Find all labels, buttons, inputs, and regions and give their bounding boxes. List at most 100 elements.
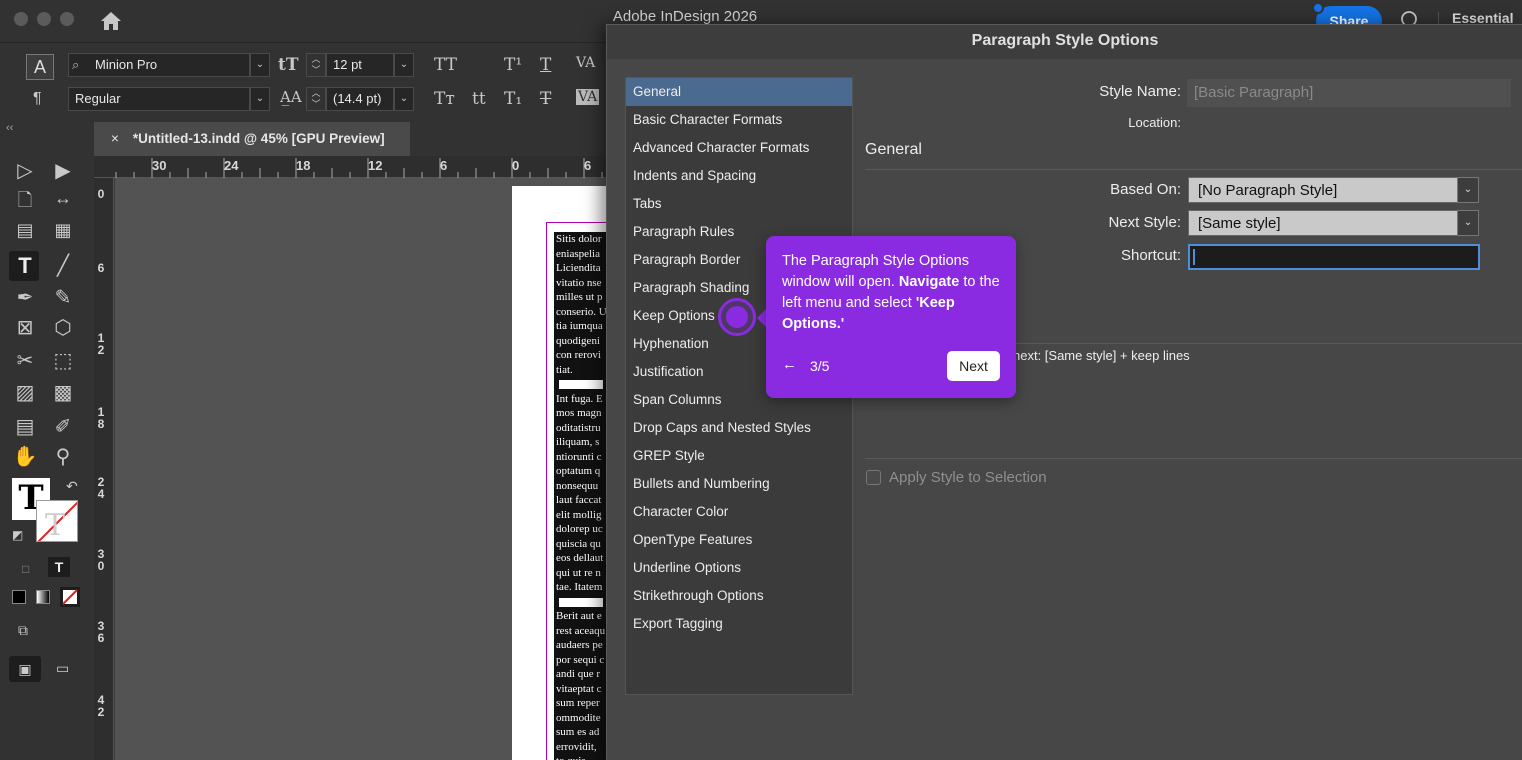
category-export-tagging[interactable]: Export Tagging xyxy=(626,610,852,638)
category-basic-character-formats[interactable]: Basic Character Formats xyxy=(626,106,852,134)
shortcut-field[interactable] xyxy=(1188,244,1480,270)
font-family-field[interactable]: Minion Pro xyxy=(68,53,250,77)
swap-fill-stroke-icon[interactable]: ↶ xyxy=(66,478,78,495)
category-character-color[interactable]: Character Color xyxy=(626,498,852,526)
paragraph-mode-button[interactable]: ¶ xyxy=(33,90,42,108)
vertical-ruler: 0 6 12 18 24 30 36 42 xyxy=(94,178,114,760)
formatting-container-icon[interactable]: □ xyxy=(22,562,29,576)
free-transform-tool-icon[interactable]: ⬚ xyxy=(50,348,76,373)
based-on-select[interactable]: [No Paragraph Style] xyxy=(1188,177,1458,203)
direct-selection-tool-icon[interactable]: ▶ xyxy=(50,158,76,183)
rectangle-frame-tool-icon[interactable]: ⊠ xyxy=(12,315,38,340)
selected-text[interactable]: Sitis dolor eniaspelia Liciendita vitatio n… xyxy=(554,232,614,760)
category-grep-style[interactable]: GREP Style xyxy=(626,442,852,470)
ruler-label: 36 xyxy=(97,619,105,645)
content-collector-icon[interactable]: ▤ xyxy=(12,220,38,241)
tracking-icon: VA xyxy=(576,55,596,71)
note-tool-icon[interactable]: ▤ xyxy=(12,414,38,439)
ruler-label: 30 xyxy=(152,158,167,173)
font-style-field[interactable]: Regular xyxy=(68,87,250,111)
document-tab-title: *Untitled-13.indd @ 45% [GPU Preview] xyxy=(132,131,385,146)
section-title: General xyxy=(865,141,922,158)
tooltip-back-button[interactable]: ← xyxy=(782,356,797,373)
dialog-title: Paragraph Style Options xyxy=(607,25,1522,59)
next-style-select[interactable]: [Same style] xyxy=(1188,210,1458,236)
category-opentype-features[interactable]: OpenType Features xyxy=(626,526,852,554)
selection-tool-icon[interactable]: ▷ xyxy=(12,158,38,183)
superscript-button[interactable]: T¹ xyxy=(504,55,522,75)
collapse-panel-icon[interactable]: ‹‹ xyxy=(6,122,13,134)
scissors-tool-icon[interactable]: ✂ xyxy=(12,348,38,373)
type-tool-icon[interactable]: T xyxy=(12,253,38,279)
character-mode-button[interactable]: A xyxy=(26,54,54,80)
chevron-down-icon[interactable]: ⌄ xyxy=(394,53,414,77)
style-name-field[interactable]: [Basic Paragraph] xyxy=(1187,79,1511,107)
ruler-label: 18 xyxy=(97,405,105,431)
font-size-icon: tT xyxy=(278,55,299,75)
location-label: Location: xyxy=(1128,115,1181,130)
apply-none-icon[interactable] xyxy=(60,587,80,607)
svg-text:T: T xyxy=(45,508,65,542)
leading-stepper[interactable]: ︿ ﹀ xyxy=(306,87,326,111)
hotspot-marker[interactable] xyxy=(726,306,748,328)
ruler-label: 0 xyxy=(97,187,105,201)
apply-style-checkbox[interactable] xyxy=(866,470,881,485)
normal-view-icon[interactable]: ▣ xyxy=(9,656,41,682)
text-caret xyxy=(1193,249,1195,265)
close-tab-icon[interactable]: × xyxy=(111,131,119,146)
chevron-down-icon[interactable]: ⌄ xyxy=(1457,177,1479,203)
gradient-feather-tool-icon[interactable]: ▩ xyxy=(50,380,76,405)
line-tool-icon[interactable]: ╱ xyxy=(50,253,76,278)
page-tool-icon[interactable]: 🗋 xyxy=(12,188,38,218)
stroke-swatch[interactable]: T xyxy=(36,500,78,542)
category-general[interactable]: General xyxy=(626,78,852,106)
category-advanced-character-formats[interactable]: Advanced Character Formats xyxy=(626,134,852,162)
category-indents-and-spacing[interactable]: Indents and Spacing xyxy=(626,162,852,190)
font-size-stepper[interactable]: ︿ ﹀ xyxy=(306,53,326,77)
hand-tool-icon[interactable]: ✋ xyxy=(12,444,38,469)
underline-button[interactable]: T xyxy=(540,55,551,75)
subscript-button[interactable]: T₁ xyxy=(504,89,522,109)
category-bullets-and-numbering[interactable]: Bullets and Numbering xyxy=(626,470,852,498)
pencil-tool-icon[interactable]: ✎ xyxy=(50,285,76,310)
font-search-icon: ⌕ xyxy=(72,57,80,72)
horizontal-ruler: 30 24 18 12 6 0 6 xyxy=(94,156,614,178)
category-strikethrough-options[interactable]: Strikethrough Options xyxy=(626,582,852,610)
content-placer-icon[interactable]: ▦ xyxy=(50,220,76,241)
document-tab[interactable]: × *Untitled-13.indd @ 45% [GPU Preview] xyxy=(94,122,410,156)
zoom-tool-icon[interactable]: ⚲ xyxy=(50,444,76,469)
apply-gradient-icon[interactable] xyxy=(36,590,50,604)
ruler-label: 42 xyxy=(97,693,105,719)
edit-in-incopy-icon[interactable]: ⧉ xyxy=(18,622,28,639)
chevron-down-icon[interactable]: ⌄ xyxy=(250,53,270,77)
style-settings-text: next: [Same style] + keep lines xyxy=(1013,348,1190,363)
pen-tool-icon[interactable]: ✒ xyxy=(12,285,38,310)
ruler-label: 18 xyxy=(296,158,311,173)
gap-tool-icon[interactable]: ↔ xyxy=(50,188,76,209)
font-size-field[interactable]: 12 pt xyxy=(326,53,394,77)
screen-mode-icon[interactable]: ▭ xyxy=(56,660,69,677)
leading-field[interactable]: (14.4 pt) xyxy=(326,87,394,111)
category-tabs[interactable]: Tabs xyxy=(626,190,852,218)
chevron-down-icon[interactable]: ⌄ xyxy=(1457,210,1479,236)
kerning-button[interactable]: tt xyxy=(472,89,486,109)
category-drop-caps-and-nested-styles[interactable]: Drop Caps and Nested Styles xyxy=(626,414,852,442)
formatting-text-icon[interactable]: T xyxy=(48,557,70,577)
ruler-label: 12 xyxy=(97,331,105,357)
all-caps-button[interactable]: TT xyxy=(434,55,457,75)
gradient-swatch-tool-icon[interactable]: ▨ xyxy=(12,380,38,405)
default-fill-stroke-icon[interactable]: ◩ xyxy=(12,528,23,542)
ruler-label: 24 xyxy=(224,158,239,173)
apply-color-icon[interactable] xyxy=(12,590,26,604)
tooltip-next-button[interactable]: Next xyxy=(947,351,1000,381)
category-underline-options[interactable]: Underline Options xyxy=(626,554,852,582)
small-caps-button[interactable]: Tт xyxy=(434,89,455,109)
color-theme-tool-icon[interactable]: ✐ xyxy=(50,414,76,439)
strikethrough-button[interactable]: T xyxy=(540,89,551,109)
polygon-tool-icon[interactable]: ⬡ xyxy=(50,315,76,340)
paragraph-style-options-dialog: Paragraph Style Options General Basic Cha… xyxy=(606,24,1522,760)
chevron-down-icon[interactable]: ⌄ xyxy=(394,87,414,111)
chevron-down-icon[interactable]: ⌄ xyxy=(250,87,270,111)
kerning-icon: VA xyxy=(576,89,600,105)
ruler-label: 30 xyxy=(97,547,105,573)
